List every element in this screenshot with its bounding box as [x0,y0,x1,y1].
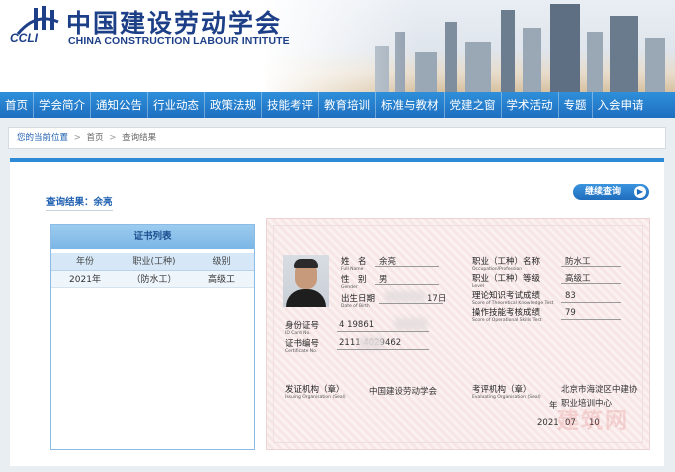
breadcrumb-current: 查询结果 [122,133,157,143]
breadcrumb-here: 您的当前位置 [17,133,69,143]
name-label: 姓 名 Full Name [341,257,367,272]
nav-item-home[interactable]: 首页 [0,92,34,118]
nav-item-about[interactable]: 学会简介 [34,92,91,118]
nav-item-notices[interactable]: 通知公告 [91,92,148,118]
continue-search-button[interactable]: 继续查询 ▶ [573,184,649,200]
nav-item-party[interactable]: 党建之窗 [445,92,502,118]
issuer-value: 中国建设劳动学会 [369,387,438,397]
issuer-label: 发证机构（章） Issuing Organisation (Seal) [285,385,346,400]
logo-text: CCLI [10,31,38,45]
site-title-en: CHINA CONSTRUCTION LABOUR INTITUTE [68,35,290,47]
skill-score-label: 操作技能考核成绩 Score of Operational Skills Test [472,308,542,323]
cell-year: 2021年 [69,275,101,285]
nav-item-academic[interactable]: 学术活动 [502,92,559,118]
breadcrumb-home[interactable]: 首页 [87,133,104,143]
result-title: 查询结果：余亮 [46,194,113,211]
skill-score-value: 79 [565,308,576,318]
holder-photo [283,255,329,307]
nav-item-standards[interactable]: 标准与教材 [376,92,445,118]
watermark: 建筑网 [556,409,629,434]
arrow-right-icon: ▶ [634,186,646,198]
certificate-card: 姓 名 Full Name 余亮 性 别 Gender 男 出生日期 Date of … [266,218,650,450]
main-nav: 首页 学会简介 通知公告 行业动态 政策法规 技能考评 教育培训 标准与教材 党… [0,92,675,118]
col-level: 级别 [212,257,231,267]
cell-level: 高级工 [207,275,235,285]
nav-item-skills[interactable]: 技能考评 [262,92,319,118]
col-occupation: 职业(工种) [132,257,176,267]
cert-list-header: 年份 职业(工种) 级别 [51,253,254,271]
cell-occupation: （防水工） [131,275,177,285]
gender-label: 性 别 Gender [341,275,367,290]
nav-item-news[interactable]: 行业动态 [148,92,205,118]
id-label: 身份证号 ID Card No. [285,321,320,336]
nav-item-training[interactable]: 教育培训 [319,92,376,118]
cert-list: 证书列表 年份 职业(工种) 级别 2021年 （防水工） 高级工 [50,224,255,450]
nav-item-join[interactable]: 入会申请 [593,92,649,118]
table-row[interactable]: 2021年 （防水工） 高级工 [51,271,254,288]
dob-label: 出生日期 Date of Birth [341,294,376,309]
certno-label: 证书编号 Certificate No. [285,339,320,354]
breadcrumb-sep: > [73,133,81,143]
cert-list-title: 证书列表 [51,225,254,249]
main-panel: 查询结果：余亮 继续查询 ▶ 证书列表 年份 职业(工种) 级别 2021年 （… [10,158,664,466]
evaluator-value-line1: 北京市海淀区中建协 [561,385,638,395]
nav-item-topics[interactable]: 专题 [559,92,593,118]
site-header: CCLI 中国建设劳动学会 CHINA CONSTRUCTION LABOUR … [0,0,675,92]
id-value: 4 19861 [339,320,375,330]
issue-date-year: 2021 [537,418,559,428]
nav-item-policy[interactable]: 政策法规 [205,92,262,118]
breadcrumb: 您的当前位置 > 首页 > 查询结果 [8,127,666,149]
evaluator-label: 考评机构（章） Evaluating Organisation (Seal) [472,385,541,400]
level-label: 职业（工种）等级 Level [472,274,541,289]
continue-search-label: 继续查询 [585,187,622,197]
theory-score-label: 理论知识考试成绩 Score of Theoretical Knowledge T… [472,291,554,306]
theory-score-value: 83 [565,291,576,301]
breadcrumb-sep: > [109,133,117,143]
occupation-label: 职业（工种）名称 Occupation/Profession [472,257,541,272]
col-year: 年份 [75,257,94,267]
